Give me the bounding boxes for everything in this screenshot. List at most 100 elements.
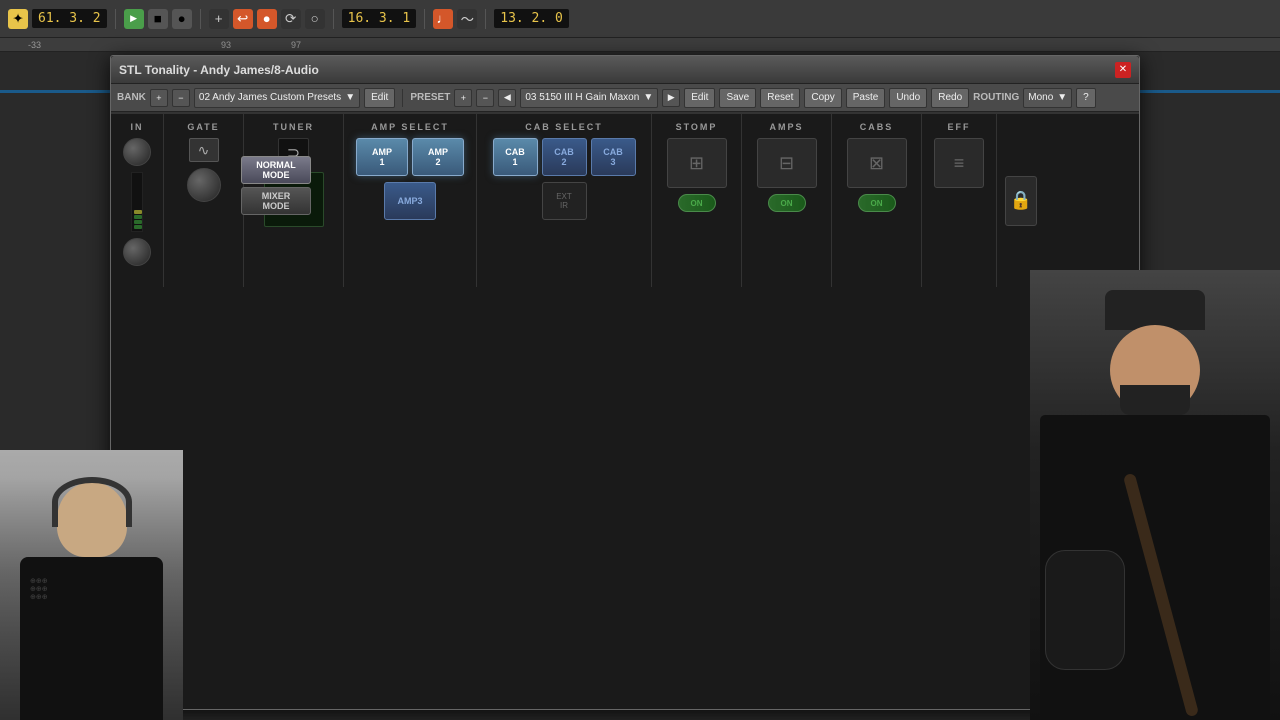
- plugin-toolbar: BANK + − 02 Andy James Custom Presets ▼ …: [111, 84, 1139, 112]
- mixer-mode-btn[interactable]: MIXERMODE: [241, 187, 311, 215]
- redo-btn[interactable]: Redo: [931, 88, 969, 108]
- preset-dropdown-arrow: ▼: [643, 92, 653, 103]
- sep1: [115, 9, 116, 29]
- cabs-btn[interactable]: ⊠: [847, 138, 907, 188]
- daw-time-display2: 16. 3. 1: [342, 9, 417, 28]
- guitarist-background: [1030, 270, 1280, 720]
- cab-select-section: CAB SELECT CAB 1 CAB 2 CAB 3 EXT IR: [477, 114, 652, 287]
- stomp-on-toggle[interactable]: ON: [678, 194, 716, 212]
- preset-name: 03 5150 III H Gain Maxon: [525, 92, 639, 103]
- paste-btn[interactable]: Paste: [846, 88, 886, 108]
- stop-button[interactable]: ■: [148, 9, 168, 29]
- metronome-btn[interactable]: ♩: [433, 9, 453, 29]
- amps-label: AMPS: [769, 122, 803, 132]
- mode-buttons: NORMALMODE MIXERMODE: [241, 156, 311, 215]
- click-btn[interactable]: ○: [305, 9, 325, 29]
- amp-button-grid: AMP 1 AMP 2: [356, 138, 464, 176]
- cabs-label: CABS: [860, 122, 894, 132]
- amp-select-section: AMP SELECT AMP 1 AMP 2 AMP 3: [344, 114, 477, 287]
- punch-btn[interactable]: ●: [257, 9, 277, 29]
- input-meter: [131, 172, 143, 232]
- preset-dropdown[interactable]: 03 5150 III H Gain Maxon ▼: [520, 88, 658, 108]
- amps-btn[interactable]: ⊟: [757, 138, 817, 188]
- ruler-mark: 97: [291, 40, 301, 50]
- amps-on-toggle[interactable]: ON: [768, 194, 806, 212]
- cycle-btn[interactable]: ⟳: [281, 9, 301, 29]
- stomp-section: STOMP ⊞ ON: [652, 114, 742, 287]
- wave-btn[interactable]: 〜: [457, 9, 477, 29]
- plugin-window: STL Tonality - Andy James/8-Audio ✕ BANK…: [110, 55, 1140, 710]
- bank-name: 02 Andy James Custom Presets: [199, 92, 341, 103]
- preset-minus-btn[interactable]: −: [476, 89, 494, 107]
- daw-time-display: 61. 3. 2: [32, 9, 107, 28]
- help-btn[interactable]: ?: [1076, 88, 1096, 108]
- amps-icon: ⊟: [779, 153, 794, 174]
- record-button[interactable]: ●: [172, 9, 192, 29]
- cab-2-button[interactable]: CAB 2: [542, 138, 587, 176]
- tuner-label: TUNER: [273, 122, 314, 132]
- daw-time-display3: 13. 2. 0: [494, 9, 569, 28]
- sep3: [333, 9, 334, 29]
- gate-controls: ∿: [187, 138, 221, 202]
- preset-label: PRESET: [410, 92, 450, 103]
- edit-bank-btn[interactable]: Edit: [364, 88, 395, 108]
- gate-waveform-btn[interactable]: ∿: [189, 138, 219, 162]
- bank-label: BANK: [117, 92, 146, 103]
- eff-btn[interactable]: ≡: [934, 138, 984, 188]
- daw-ruler: -33 93 97: [0, 38, 1280, 52]
- amp-3-button[interactable]: AMP 3: [384, 182, 436, 220]
- cab-1-button[interactable]: CAB 1: [493, 138, 538, 176]
- sep: [402, 89, 403, 107]
- routing-arrow: ▼: [1057, 92, 1067, 103]
- stomp-label: STOMP: [676, 122, 718, 132]
- stomp-btn[interactable]: ⊞: [667, 138, 727, 188]
- save-btn[interactable]: Save: [719, 88, 756, 108]
- undo-btn[interactable]: Undo: [889, 88, 927, 108]
- normal-mode-label: NORMALMODE: [256, 160, 296, 180]
- amp-select-label: AMP SELECT: [371, 122, 449, 132]
- meter-bar-2: [134, 220, 142, 224]
- webcam-right: [1030, 270, 1280, 720]
- play-button[interactable]: ▶: [124, 9, 144, 29]
- meter-bar-4: [134, 210, 142, 214]
- cabs-section: CABS ⊠ ON: [832, 114, 922, 287]
- routing-value: Mono: [1028, 92, 1053, 103]
- normal-mode-btn[interactable]: NORMALMODE: [241, 156, 311, 184]
- bank-prev-btn2[interactable]: −: [172, 89, 190, 107]
- plugin-title: STL Tonality - Andy James/8-Audio: [119, 63, 1115, 77]
- preset-next-btn[interactable]: ▶: [662, 89, 680, 107]
- cab-3-button[interactable]: CAB 3: [591, 138, 636, 176]
- gate-knob[interactable]: [187, 168, 221, 202]
- transport-controls: ✦ 61. 3. 2 ▶ ■ ● + ↩ ● ⟳ ○ 16. 3. 1 ♩ 〜 …: [8, 9, 569, 29]
- routing-dropdown[interactable]: Mono ▼: [1023, 88, 1072, 108]
- webcam-left: ⊕⊕⊕⊕⊕⊕⊕⊕⊕: [0, 450, 183, 720]
- input-knob2[interactable]: [123, 238, 151, 266]
- bank-dropdown[interactable]: 02 Andy James Custom Presets ▼: [194, 88, 360, 108]
- add-track-btn[interactable]: +: [209, 9, 229, 29]
- preset-add-btn[interactable]: +: [454, 89, 472, 107]
- ext-ir-button[interactable]: EXT IR: [542, 182, 587, 220]
- bank-prev-btn[interactable]: +: [150, 89, 168, 107]
- close-button[interactable]: ✕: [1115, 62, 1131, 78]
- amp-2-button[interactable]: AMP 2: [412, 138, 464, 176]
- ruler-marks: -33 93 97: [28, 40, 301, 50]
- amps-section: AMPS ⊟ ON: [742, 114, 832, 287]
- daw-menu-btn[interactable]: ✦: [8, 9, 28, 29]
- edit-preset-btn[interactable]: Edit: [684, 88, 715, 108]
- meter-bar-3: [134, 215, 142, 219]
- copy-btn[interactable]: Copy: [804, 88, 841, 108]
- bank-dropdown-arrow: ▼: [345, 92, 355, 103]
- loop-btn[interactable]: ↩: [233, 9, 253, 29]
- cab-select-label: CAB SELECT: [525, 122, 603, 132]
- eff-icon: ≡: [954, 153, 965, 174]
- reset-btn[interactable]: Reset: [760, 88, 800, 108]
- cabs-on-toggle[interactable]: ON: [858, 194, 896, 212]
- lock-button[interactable]: 🔒: [1005, 176, 1037, 226]
- in-label: IN: [131, 122, 144, 132]
- input-knob[interactable]: [123, 138, 151, 166]
- preset-prev-btn[interactable]: ◀: [498, 89, 516, 107]
- amp-1-button[interactable]: AMP 1: [356, 138, 408, 176]
- webcam-background: ⊕⊕⊕⊕⊕⊕⊕⊕⊕: [0, 450, 183, 720]
- eff-section: EFF ≡: [922, 114, 997, 287]
- mixer-mode-label: MIXERMODE: [262, 191, 291, 211]
